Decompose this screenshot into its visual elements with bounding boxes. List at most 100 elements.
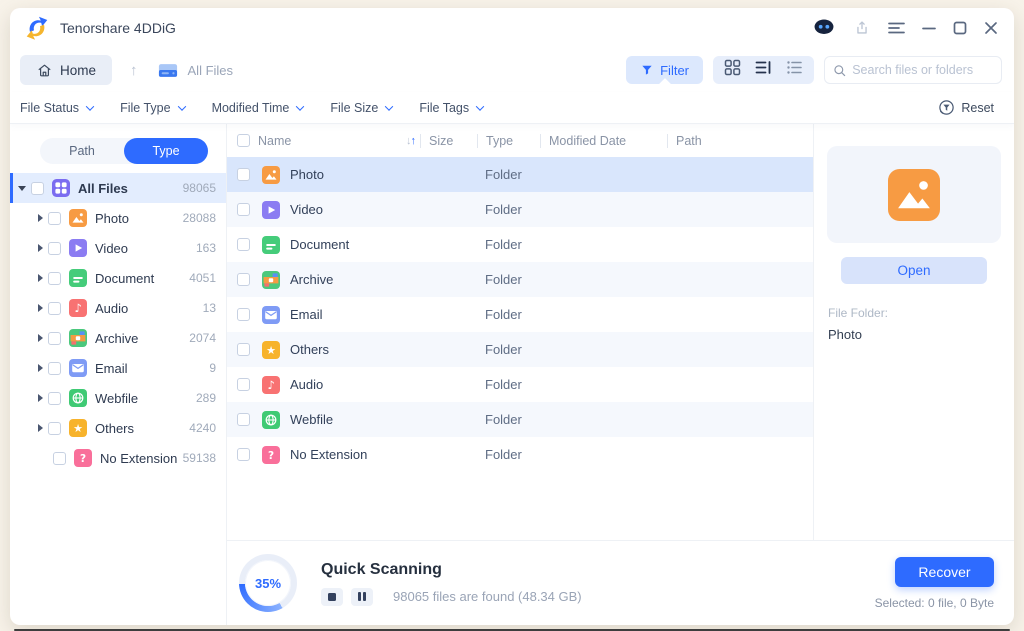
checkbox[interactable] [48, 302, 61, 315]
minimize-button[interactable] [922, 21, 936, 35]
sidebar-item-webfile[interactable]: Webfile 289 [10, 383, 226, 413]
filter-label: Filter [660, 63, 689, 78]
row-name: Others [290, 342, 329, 357]
checkbox[interactable] [48, 392, 61, 405]
checkbox[interactable] [237, 203, 250, 216]
row-name: Archive [290, 272, 333, 287]
tab-path[interactable]: Path [40, 138, 124, 164]
column-modified-date[interactable]: Modified Date [540, 134, 667, 148]
checkbox[interactable] [237, 308, 250, 321]
checkbox[interactable] [237, 413, 250, 426]
tenorshare-4ddig-logo-icon [24, 15, 50, 41]
checkbox[interactable] [237, 378, 250, 391]
sidebar-item-audio[interactable]: ♪ Audio 13 [10, 293, 226, 323]
checkbox[interactable] [237, 343, 250, 356]
checkbox[interactable] [48, 212, 61, 225]
expand-caret-icon[interactable] [38, 214, 43, 222]
others-icon: ★ [69, 419, 87, 437]
filter-modified-time[interactable]: Modified Time [212, 101, 304, 115]
sidebar-item-document[interactable]: Document 4051 [10, 263, 226, 293]
filter-file-tags[interactable]: File Tags [419, 101, 483, 115]
document-icon [69, 269, 87, 287]
checkbox[interactable] [48, 362, 61, 375]
table-row-email[interactable]: Email Folder [227, 297, 813, 332]
sidebar-tabs: PathType [40, 138, 208, 164]
sidebar-item-photo[interactable]: Photo 28088 [10, 203, 226, 233]
checkbox[interactable] [48, 272, 61, 285]
sidebar-item-others[interactable]: ★ Others 4240 [10, 413, 226, 443]
checkbox[interactable] [237, 273, 250, 286]
recover-button[interactable]: Recover [895, 557, 994, 587]
filter-button[interactable]: Filter [626, 56, 703, 84]
no-extension-icon: ? [262, 446, 280, 464]
sidebar-item-archive[interactable]: Archive 2074 [10, 323, 226, 353]
table-row-audio[interactable]: ♪ Audio Folder [227, 367, 813, 402]
table-row-video[interactable]: Video Folder [227, 192, 813, 227]
select-all-checkbox[interactable] [237, 134, 250, 147]
filter-file-type[interactable]: File Type [120, 101, 185, 115]
checkbox[interactable] [237, 448, 250, 461]
table-row-archive[interactable]: Archive Folder [227, 262, 813, 297]
checkbox[interactable] [48, 242, 61, 255]
svg-text:♪: ♪ [74, 301, 81, 315]
checkbox[interactable] [237, 238, 250, 251]
compact-list-view-icon[interactable] [786, 59, 803, 81]
grid-view-icon[interactable] [724, 59, 741, 81]
sidebar-item-video[interactable]: Video 163 [10, 233, 226, 263]
expand-caret-icon[interactable] [38, 424, 43, 432]
webfile-icon [69, 389, 87, 407]
column-path[interactable]: Path [667, 134, 813, 148]
table-row-document[interactable]: Document Folder [227, 227, 813, 262]
expand-caret-icon[interactable] [18, 186, 26, 191]
chevron-down-icon [385, 102, 393, 110]
checkbox[interactable] [48, 422, 61, 435]
email-icon [69, 359, 87, 377]
reset-filter-icon [938, 99, 955, 116]
type-cell: Folder [477, 447, 540, 462]
search-input[interactable] [852, 63, 993, 77]
checkbox[interactable] [53, 452, 66, 465]
column-size[interactable]: Size [420, 134, 477, 148]
menu-icon[interactable] [888, 21, 905, 35]
stop-scan-button[interactable] [321, 588, 343, 606]
maximize-button[interactable] [953, 21, 967, 35]
app-window: Tenorshare 4DDiG [10, 8, 1014, 625]
checkbox[interactable] [48, 332, 61, 345]
expand-caret-icon[interactable] [38, 274, 43, 282]
expand-caret-icon[interactable] [38, 364, 43, 372]
home-button[interactable]: Home [20, 55, 112, 85]
search-box[interactable] [824, 56, 1002, 84]
item-label: Video [95, 241, 128, 256]
filter-file-status[interactable]: File Status [20, 101, 93, 115]
table-row-webfile[interactable]: Webfile Folder [227, 402, 813, 437]
table-row-others[interactable]: ★ Others Folder [227, 332, 813, 367]
filter-file-size[interactable]: File Size [330, 101, 392, 115]
assistant-robot-icon[interactable] [812, 19, 836, 37]
open-button[interactable]: Open [841, 257, 987, 284]
sort-icon[interactable]: ↓↑ [406, 135, 415, 147]
table-row-no-extension[interactable]: ? No Extension Folder [227, 437, 813, 472]
expand-caret-icon[interactable] [38, 304, 43, 312]
navigate-up-icon[interactable]: ↑ [130, 62, 138, 79]
expand-caret-icon[interactable] [38, 334, 43, 342]
sidebar-item-email[interactable]: Email 9 [10, 353, 226, 383]
table-row-photo[interactable]: Photo Folder [227, 157, 813, 192]
tab-type[interactable]: Type [124, 138, 208, 164]
close-button[interactable] [984, 21, 998, 35]
expand-caret-icon[interactable] [38, 244, 43, 252]
document-icon [262, 236, 280, 254]
checkbox[interactable] [31, 182, 44, 195]
checkbox[interactable] [237, 168, 250, 181]
audio-icon: ♪ [69, 299, 87, 317]
sidebar-item-no-extension[interactable]: ? No Extension 59138 [10, 443, 226, 473]
pause-scan-button[interactable] [351, 588, 373, 606]
detail-list-view-icon[interactable] [755, 59, 772, 81]
share-icon[interactable] [853, 19, 871, 37]
home-icon [36, 62, 53, 79]
reset-button[interactable]: Reset [938, 99, 994, 116]
sidebar-item-all-files[interactable]: All Files 98065 [10, 173, 226, 203]
drive-icon [156, 60, 180, 80]
column-type[interactable]: Type [477, 134, 540, 148]
svg-text:♪: ♪ [267, 378, 274, 392]
expand-caret-icon[interactable] [38, 394, 43, 402]
